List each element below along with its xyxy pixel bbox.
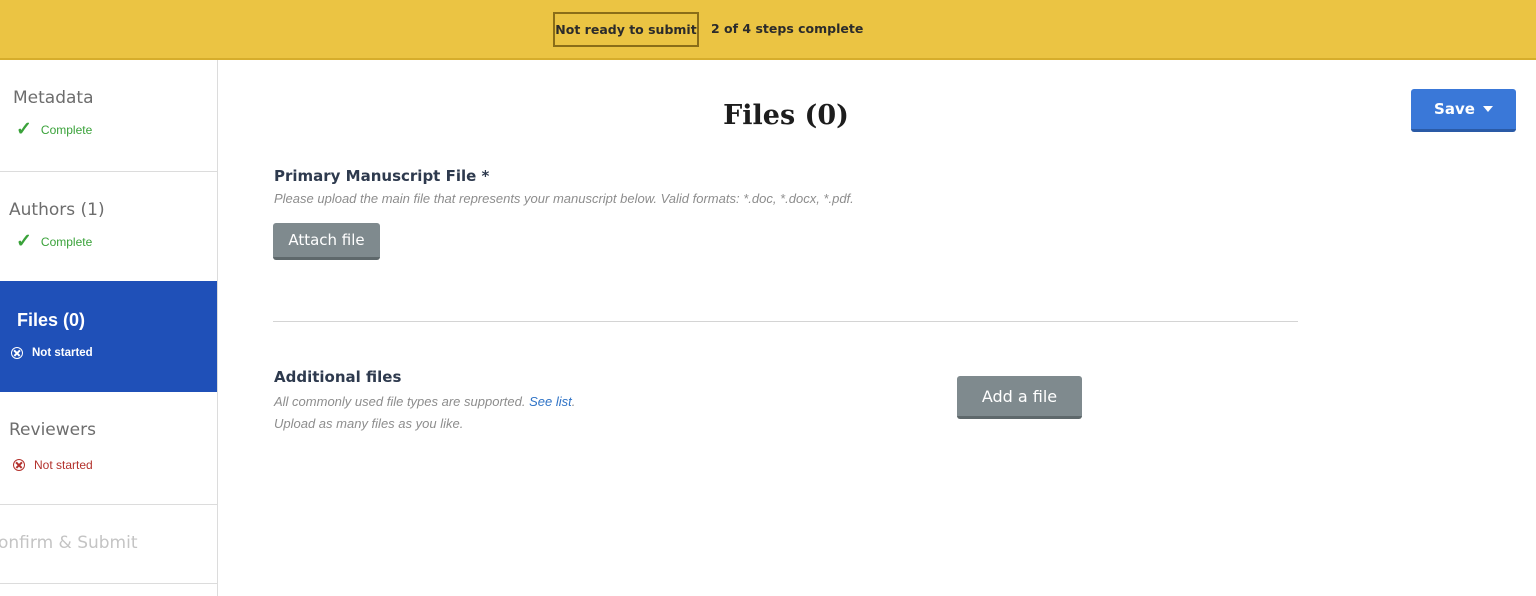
submit-status-badge: Not ready to submit: [553, 12, 699, 47]
check-icon: ✓: [16, 231, 32, 252]
page-title: Files (0): [723, 100, 849, 131]
status-text: Not started: [34, 458, 93, 472]
status-not-started: Not started: [11, 347, 93, 359]
additional-files-hint-2: Upload as many files as you like.: [274, 416, 464, 431]
check-icon: ✓: [16, 119, 32, 140]
circle-x-icon: [11, 347, 23, 359]
save-button[interactable]: Save: [1411, 89, 1516, 132]
status-text: Complete: [40, 234, 93, 249]
status-complete: ✓ Complete: [16, 120, 92, 139]
submission-status-bar: Not ready to submit 2 of 4 steps complet…: [0, 0, 1536, 60]
steps-sidebar: Metadata ✓ Complete Authors (1) ✓ Comple…: [0, 60, 218, 596]
chevron-down-icon: [1482, 106, 1493, 112]
sidebar-item-label: Authors (1): [9, 200, 105, 220]
see-list-link[interactable]: See list: [529, 394, 572, 409]
circle-x-icon: [13, 459, 25, 471]
hint-text: All commonly used file types are support…: [274, 394, 526, 409]
save-label: Save: [1434, 100, 1475, 118]
sidebar-item-label: Metadata: [13, 88, 94, 108]
section-divider: [273, 321, 1298, 322]
sidebar-item-label: onfirm & Submit: [0, 533, 138, 553]
sidebar-item-label: Files (0): [17, 310, 86, 330]
sidebar-item-confirm-submit[interactable]: onfirm & Submit: [0, 505, 217, 584]
add-file-button[interactable]: Add a file: [957, 376, 1082, 419]
status-text: Not started: [32, 347, 93, 359]
hint-period: .: [571, 394, 576, 409]
status-not-started: Not started: [13, 458, 93, 472]
primary-file-heading: Primary Manuscript File *: [274, 167, 490, 185]
status-complete: ✓ Complete: [16, 232, 92, 251]
sidebar-item-files[interactable]: Files (0) Not started: [0, 281, 217, 392]
sidebar-item-label: Reviewers: [9, 420, 96, 440]
sidebar-item-reviewers[interactable]: Reviewers Not started: [0, 392, 217, 505]
additional-files-heading: Additional files: [274, 368, 402, 386]
sidebar-item-metadata[interactable]: Metadata ✓ Complete: [0, 60, 217, 172]
steps-progress: 2 of 4 steps complete: [711, 21, 864, 36]
primary-file-hint: Please upload the main file that represe…: [274, 191, 854, 206]
status-text: Complete: [40, 122, 93, 137]
sidebar-item-authors[interactable]: Authors (1) ✓ Complete: [0, 172, 217, 282]
attach-file-button[interactable]: Attach file: [273, 223, 380, 260]
additional-files-hint: All commonly used file types are support…: [274, 394, 575, 409]
